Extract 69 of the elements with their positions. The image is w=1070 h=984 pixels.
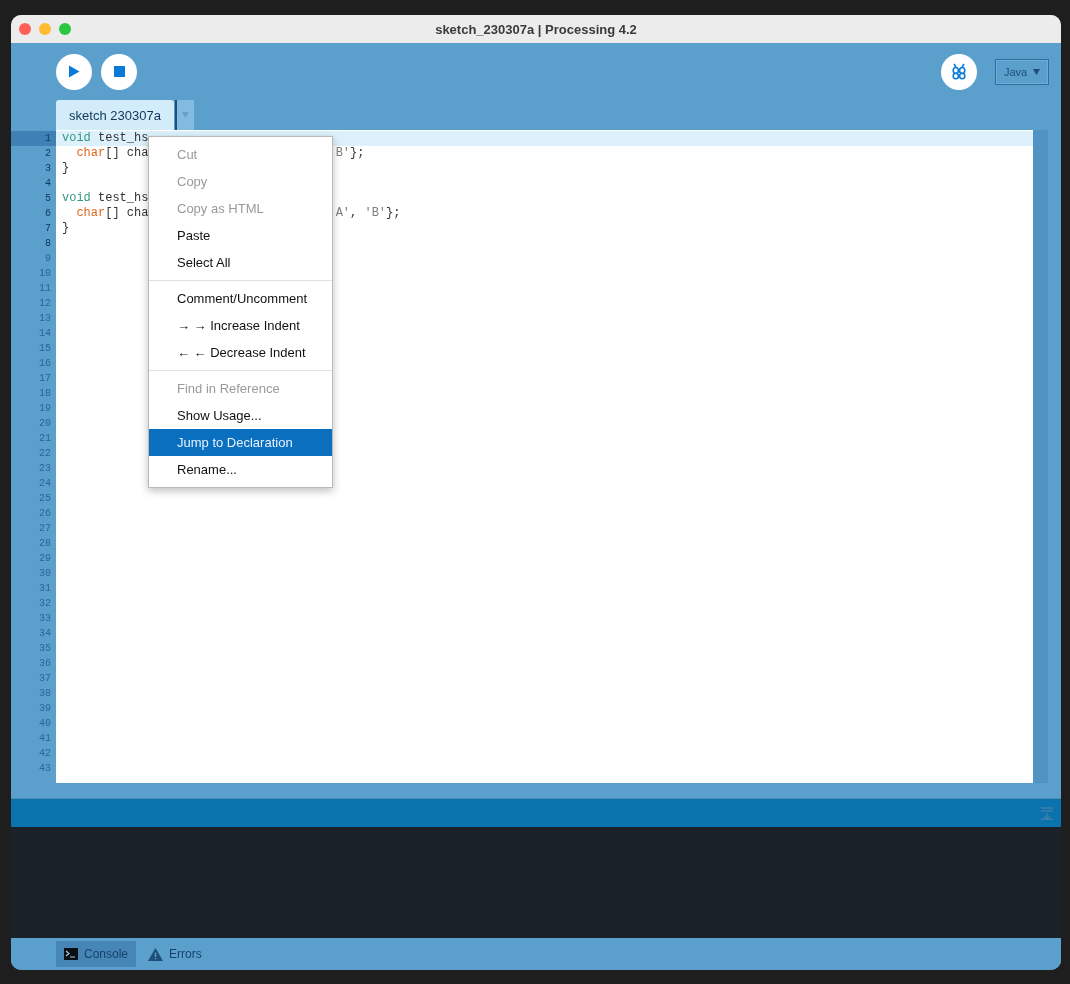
code-text: void test_hs	[62, 131, 149, 145]
line-number: 31	[39, 582, 51, 596]
scroll-bar[interactable]	[1033, 130, 1048, 783]
line-number: 37	[39, 672, 51, 686]
line-number: 40	[39, 717, 51, 731]
butterfly-icon	[951, 63, 967, 80]
line-number: 35	[39, 642, 51, 656]
menu-item[interactable]: Show Usage...	[149, 402, 332, 429]
caret-icon	[1033, 68, 1041, 75]
code-text: }	[62, 221, 70, 235]
menu-item[interactable]: Select All	[149, 249, 332, 276]
code-text: B'};	[335, 146, 365, 161]
terminal-icon	[64, 948, 78, 960]
line-number: 3	[45, 162, 51, 176]
minimize-button[interactable]	[39, 23, 51, 35]
code-text: void test_hs	[62, 191, 149, 205]
run-button[interactable]	[56, 53, 92, 90]
line-number: 39	[39, 702, 51, 716]
sketch-tab[interactable]: sketch 230307a	[56, 100, 174, 130]
code-text: A', 'B'};	[335, 206, 401, 221]
line-number: 6	[45, 207, 51, 221]
line-number: 25	[39, 492, 51, 506]
stop-button[interactable]	[101, 53, 137, 90]
line-number: 20	[39, 417, 51, 431]
menu-item[interactable]: Comment/Uncomment	[149, 285, 332, 312]
line-number: 34	[39, 627, 51, 641]
line-number: 21	[39, 432, 51, 446]
code-text: char[] cha	[76, 146, 149, 160]
line-number: 26	[39, 507, 51, 521]
line-number: 2	[45, 147, 51, 161]
line-number: 22	[39, 447, 51, 461]
line-number: 29	[39, 552, 51, 566]
window-title: sketch_230307a | Processing 4.2	[435, 21, 637, 37]
line-number: 32	[39, 597, 51, 611]
line-number: 36	[39, 657, 51, 671]
line-number: 30	[39, 567, 51, 581]
line-number: 12	[39, 297, 51, 311]
line-number: 1	[45, 132, 51, 146]
caret-icon	[182, 112, 189, 118]
zoom-button[interactable]	[59, 23, 71, 35]
line-number: 23	[39, 462, 51, 476]
menu-item[interactable]: ← ← Decrease Indent	[149, 339, 332, 366]
menu-item[interactable]: Jump to Declaration	[149, 429, 332, 456]
line-number: 43	[39, 762, 51, 776]
console-tab[interactable]: Errors	[140, 941, 210, 967]
menu-item[interactable]: Paste	[149, 222, 332, 249]
line-number: 14	[39, 327, 51, 341]
line-number: 7	[45, 222, 51, 236]
close-button[interactable]	[19, 23, 31, 35]
line-number: 28	[39, 537, 51, 551]
code-text: }	[62, 161, 70, 175]
line-number: 38	[39, 687, 51, 701]
code-text: char[] cha	[76, 206, 149, 220]
line-number: 27	[39, 522, 51, 536]
play-icon	[68, 65, 80, 78]
line-number: 33	[39, 612, 51, 626]
line-number: 42	[39, 747, 51, 761]
debug-button[interactable]	[941, 53, 977, 90]
stop-icon	[113, 66, 125, 77]
line-number: 24	[39, 477, 51, 491]
menu-item[interactable]: Rename...	[149, 456, 332, 483]
line-number: 5	[45, 192, 51, 206]
tab-menu-button[interactable]	[175, 100, 194, 130]
line-number: 41	[39, 732, 51, 746]
line-number: 13	[39, 312, 51, 326]
line-number: 4	[45, 177, 51, 191]
line-number: 8	[45, 237, 51, 251]
menu-item[interactable]: → → Increase Indent	[149, 312, 332, 339]
warning-icon	[148, 947, 164, 961]
